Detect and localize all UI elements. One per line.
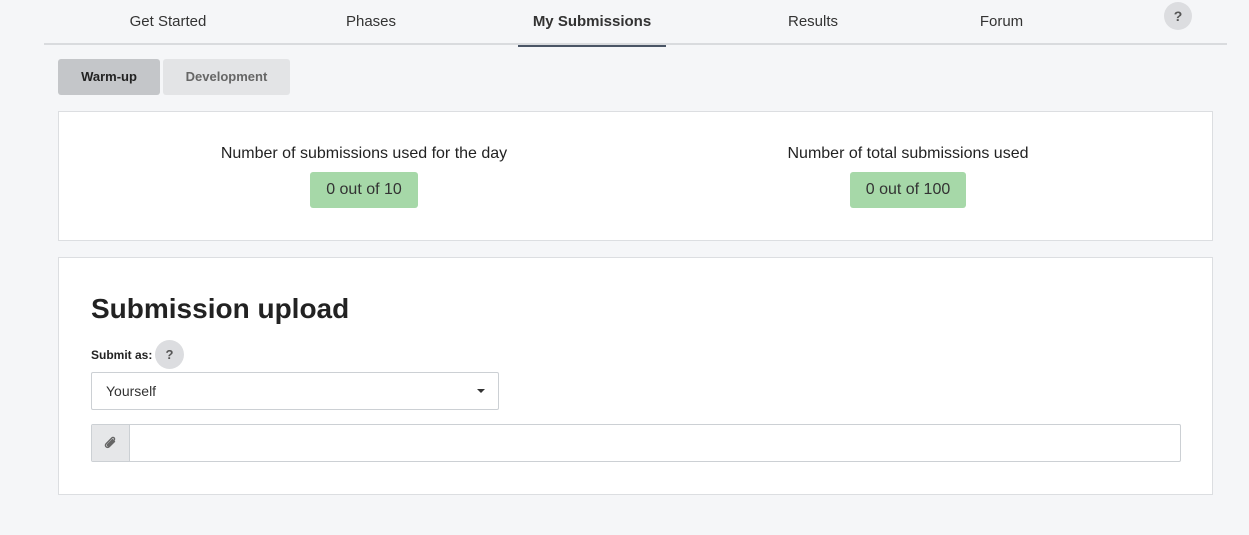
- upload-title: Submission upload: [91, 293, 350, 324]
- daily-submissions-title: Number of submissions used for the day: [220, 145, 508, 162]
- question-mark-icon[interactable]: ?: [155, 340, 184, 369]
- total-submissions-stat: Number of total submissions used 0 out o…: [669, 112, 1147, 208]
- daily-submissions-badge: 0 out of 10: [310, 172, 418, 208]
- phase-tab-warm-up[interactable]: Warm-up: [58, 59, 160, 95]
- nav-tab-results[interactable]: Results: [749, 0, 877, 45]
- phase-tab-development[interactable]: Development: [163, 59, 290, 95]
- nav-tab-forum[interactable]: Forum: [935, 0, 1068, 45]
- top-nav: Get Started Phases My Submissions Result…: [44, 0, 1227, 47]
- submission-upload-panel: Submission upload Submit as: ? Yourself: [58, 257, 1213, 495]
- page: Get Started Phases My Submissions Result…: [0, 0, 1249, 535]
- nav-tab-phases[interactable]: Phases: [306, 0, 436, 45]
- total-submissions-badge: 0 out of 100: [849, 172, 967, 208]
- file-upload-group: [91, 424, 1181, 462]
- total-submissions-title: Number of total submissions used: [787, 145, 1029, 162]
- paperclip-icon[interactable]: [92, 425, 130, 461]
- daily-submissions-stat: Number of submissions used for the day 0…: [59, 112, 669, 208]
- nav-tab-get-started[interactable]: Get Started: [96, 0, 240, 45]
- submission-stats-panel: Number of submissions used for the day 0…: [58, 111, 1213, 241]
- caret-down-icon: [477, 389, 485, 393]
- file-path-input[interactable]: [131, 425, 1180, 461]
- nav-tab-my-submissions[interactable]: My Submissions: [518, 0, 666, 47]
- submit-as-label: Submit as:: [91, 348, 153, 362]
- submit-as-value: Yourself: [106, 383, 157, 399]
- submit-as-select[interactable]: Yourself: [91, 372, 499, 410]
- question-mark-icon[interactable]: ?: [1164, 2, 1192, 30]
- paperclip-icon-svg: [104, 436, 115, 449]
